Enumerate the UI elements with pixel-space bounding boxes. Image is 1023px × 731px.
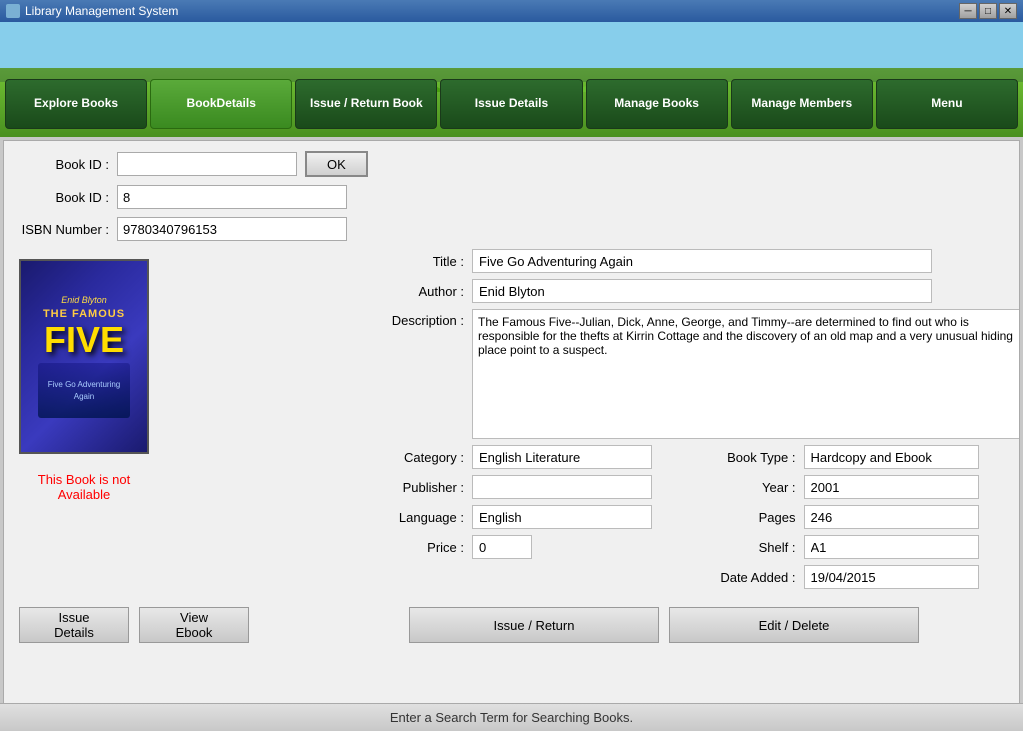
price-label: Price : xyxy=(374,540,464,555)
author-row: Author : xyxy=(374,279,1020,303)
isbn-row: ISBN Number : xyxy=(19,217,1004,241)
shelf-field[interactable] xyxy=(804,535,979,559)
language-label: Language : xyxy=(374,510,464,525)
cover-scene: Five Go Adventuring Again xyxy=(38,363,131,418)
book-id-label: Book ID : xyxy=(19,190,109,205)
publisher-year-row: Publisher : Year : xyxy=(374,475,1020,499)
description-row: Description : The Famous Five--Julian, D… xyxy=(374,309,1020,439)
window-controls: ─ □ ✕ xyxy=(959,3,1017,19)
nav-menu[interactable]: Menu xyxy=(876,79,1018,129)
close-button[interactable]: ✕ xyxy=(999,3,1017,19)
app-icon xyxy=(6,4,20,18)
shelf-group: Shelf : xyxy=(706,535,1021,559)
edit-delete-button[interactable]: Edit / Delete xyxy=(669,607,919,643)
category-group: Category : xyxy=(374,445,706,469)
cover-author: Enid Blyton xyxy=(61,295,107,305)
cover-title: FIVE xyxy=(44,322,124,358)
book-id-field[interactable] xyxy=(117,185,347,209)
availability-status: This Book is not Available xyxy=(19,472,149,502)
left-panel: Enid Blyton THE FAMOUS FIVE Five Go Adve… xyxy=(19,249,149,595)
author-label: Author : xyxy=(374,284,464,299)
maximize-button[interactable]: □ xyxy=(979,3,997,19)
category-label: Category : xyxy=(374,450,464,465)
detail-area: Enid Blyton THE FAMOUS FIVE Five Go Adve… xyxy=(19,249,1004,595)
isbn-label: ISBN Number : xyxy=(19,222,109,237)
view-ebook-button[interactable]: View Ebook xyxy=(139,607,249,643)
book-id-value-row: Book ID : xyxy=(19,185,1004,209)
language-pages-row: Language : Pages xyxy=(374,505,1020,529)
book-cover-content: Enid Blyton THE FAMOUS FIVE Five Go Adve… xyxy=(21,261,147,452)
publisher-label: Publisher : xyxy=(374,480,464,495)
book-cover-image: Enid Blyton THE FAMOUS FIVE Five Go Adve… xyxy=(19,259,149,454)
title-field[interactable] xyxy=(472,249,932,273)
booktype-label: Book Type : xyxy=(706,450,796,465)
category-field[interactable] xyxy=(472,445,652,469)
shelf-label: Shelf : xyxy=(706,540,796,555)
pages-label: Pages xyxy=(706,510,796,525)
header-area: Explore Books BookDetails Issue / Return… xyxy=(0,22,1023,137)
language-group: Language : xyxy=(374,505,706,529)
description-field[interactable]: The Famous Five--Julian, Dick, Anne, Geo… xyxy=(472,309,1020,439)
status-message: Enter a Search Term for Searching Books. xyxy=(390,710,633,725)
booktype-field[interactable] xyxy=(804,445,979,469)
app-window: Library Management System ─ □ ✕ Explore … xyxy=(0,0,1023,731)
title-row: Title : xyxy=(374,249,1020,273)
bottom-buttons: Issue Details View Ebook Issue / Return … xyxy=(19,607,1004,643)
nav-manage-members[interactable]: Manage Members xyxy=(731,79,873,129)
category-booktype-row: Category : Book Type : xyxy=(374,445,1020,469)
year-group: Year : xyxy=(706,475,1021,499)
booktype-group: Book Type : xyxy=(706,445,1021,469)
isbn-field[interactable] xyxy=(117,217,347,241)
title-bar-left: Library Management System xyxy=(6,4,178,18)
cover-subtitle: Five Go Adventuring Again xyxy=(38,376,131,404)
nav-issue-details[interactable]: Issue Details xyxy=(440,79,582,129)
year-label: Year : xyxy=(706,480,796,495)
date-added-row: Date Added : xyxy=(374,565,1020,589)
price-field[interactable] xyxy=(472,535,532,559)
status-bar: Enter a Search Term for Searching Books. xyxy=(0,703,1023,731)
price-group: Price : xyxy=(374,535,706,559)
year-field[interactable] xyxy=(804,475,979,499)
date-added-spacer xyxy=(374,565,706,589)
title-bar: Library Management System ─ □ ✕ xyxy=(0,0,1023,22)
nav-manage-books[interactable]: Manage Books xyxy=(586,79,728,129)
book-id-search-row: Book ID : OK xyxy=(19,151,1004,177)
author-field[interactable] xyxy=(472,279,932,303)
date-added-group: Date Added : xyxy=(706,565,1021,589)
pages-group: Pages xyxy=(706,505,1021,529)
ok-button[interactable]: OK xyxy=(305,151,368,177)
nav-issue-return-book[interactable]: Issue / Return Book xyxy=(295,79,437,129)
price-shelf-row: Price : Shelf : xyxy=(374,535,1020,559)
publisher-group: Publisher : xyxy=(374,475,706,499)
date-added-field[interactable] xyxy=(804,565,979,589)
book-id-search-input[interactable] xyxy=(117,152,297,176)
description-label: Description : xyxy=(374,313,464,328)
nav-explore-books[interactable]: Explore Books xyxy=(5,79,147,129)
issue-return-button[interactable]: Issue / Return xyxy=(409,607,659,643)
window-title: Library Management System xyxy=(25,4,178,18)
language-field[interactable] xyxy=(472,505,652,529)
book-id-search-label: Book ID : xyxy=(19,157,109,172)
issue-details-button[interactable]: Issue Details xyxy=(19,607,129,643)
pages-field[interactable] xyxy=(804,505,979,529)
nav-book-details[interactable]: BookDetails xyxy=(150,79,292,129)
nav-bar: Explore Books BookDetails Issue / Return… xyxy=(0,79,1023,129)
title-label: Title : xyxy=(374,254,464,269)
date-added-label: Date Added : xyxy=(706,570,796,585)
right-panel: Title : Author : Description : The Famou… xyxy=(374,249,1020,595)
main-content: Book ID : OK Book ID : ISBN Number : Eni… xyxy=(3,140,1020,728)
publisher-field[interactable] xyxy=(472,475,652,499)
minimize-button[interactable]: ─ xyxy=(959,3,977,19)
